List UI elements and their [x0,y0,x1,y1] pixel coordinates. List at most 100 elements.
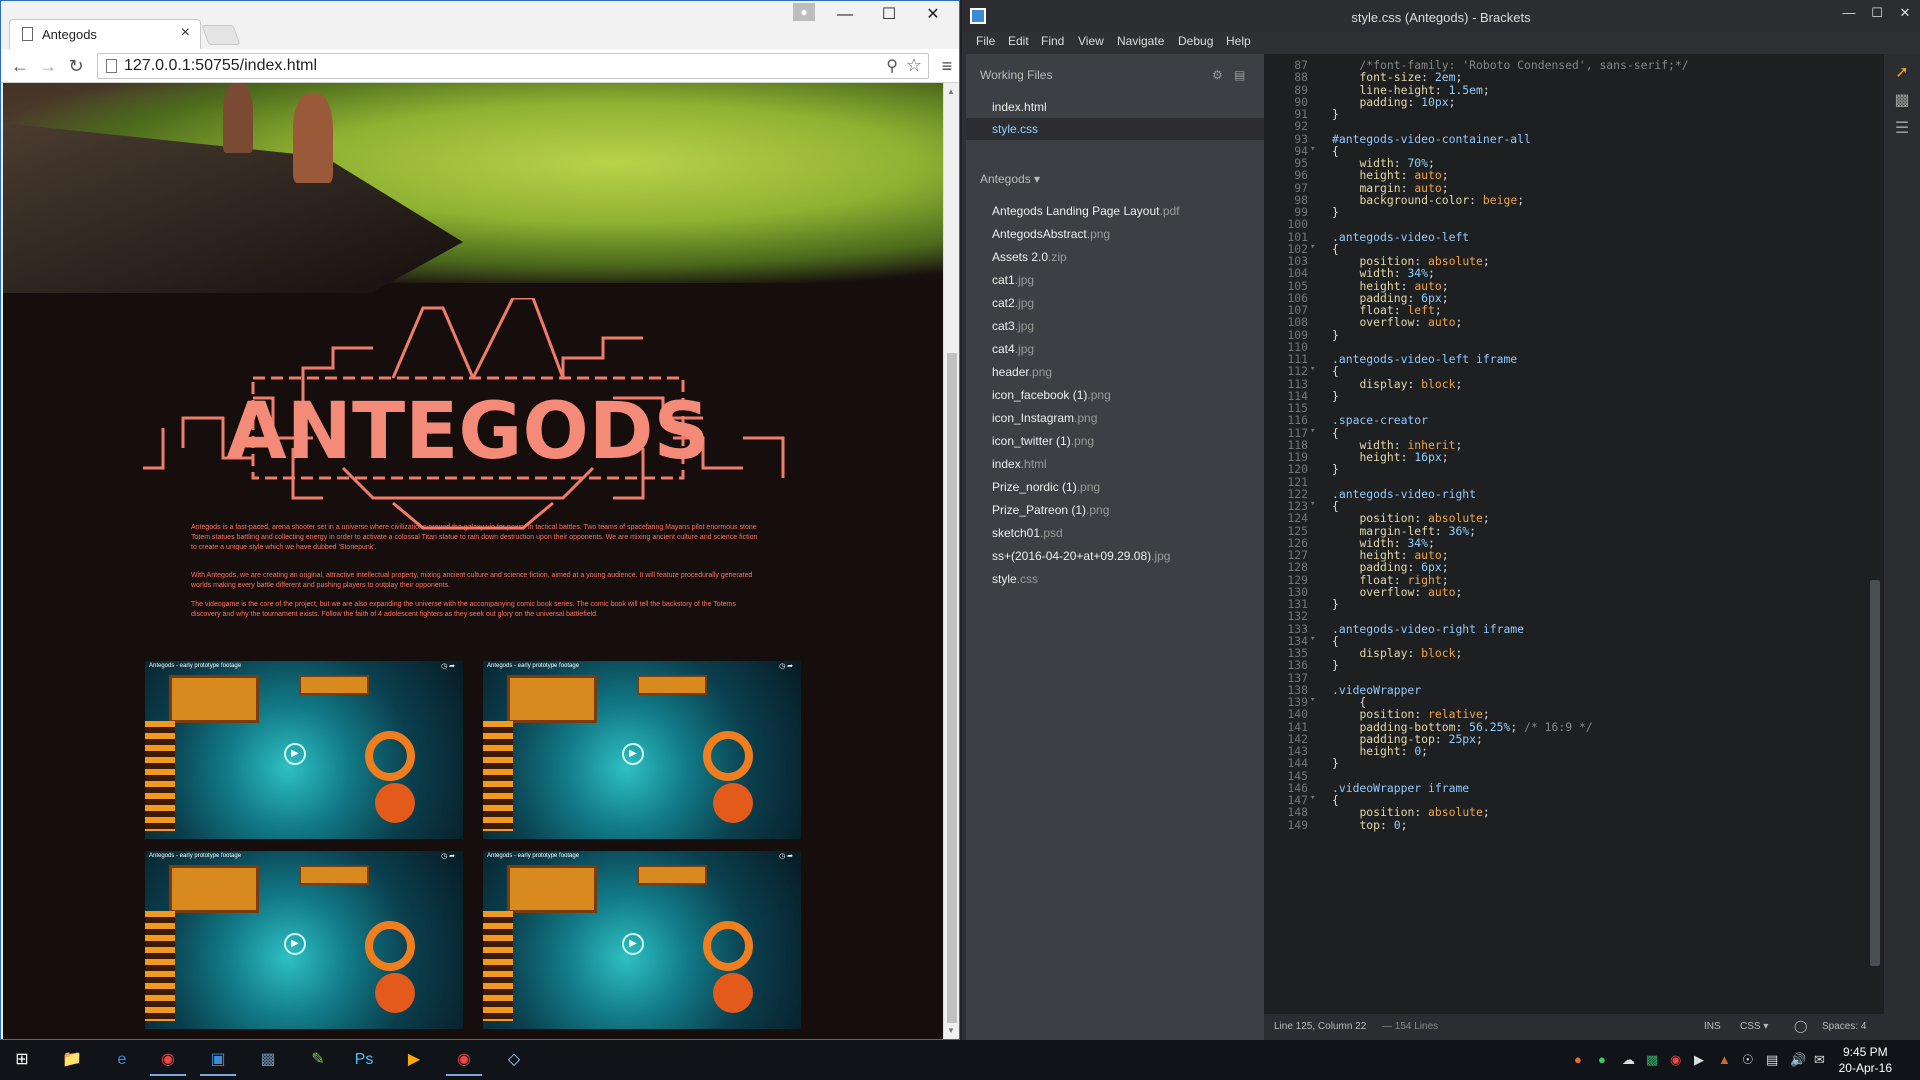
scroll-down-icon[interactable]: ▼ [947,1026,955,1035]
file-tree-item[interactable]: sketch01.psd [992,526,1063,540]
code-line[interactable]: padding: 10px; [1332,95,1455,109]
video-title[interactable]: Antegods - early prototype footage [487,853,579,859]
file-tree-item[interactable]: Assets 2.0.zip [992,250,1067,264]
code-line[interactable]: top: 0; [1332,818,1407,832]
code-line[interactable]: .antegods-video-left iframe [1332,352,1517,366]
layers-icon[interactable]: ☰ [1892,118,1912,138]
search-icon[interactable]: ⚲ [886,56,898,76]
fold-arrow-icon[interactable]: ▾ [1310,793,1315,803]
fold-arrow-icon[interactable]: ▾ [1310,634,1315,644]
video-embed[interactable]: ▶ Antegods - early prototype footage ◷ ➦ [145,851,463,1029]
code-editor[interactable]: 87 88 89 90 91 92 93 94 ▾ 95 96 97 98 99 100 101 102 ▾ 103… [1264,54,1884,1014]
split-view-icon[interactable]: ▤ [1234,68,1245,82]
video-embed[interactable]: ▶ Antegods - early prototype footage ◷ ➦ [483,661,801,839]
page-info-icon[interactable] [106,59,117,73]
file-tree-item[interactable]: Prize_Patreon (1).png [992,503,1109,517]
close-button[interactable]: ✕ [1890,5,1920,21]
insert-mode-toggle[interactable]: INS [1704,1021,1721,1032]
close-button[interactable]: ✕ [911,1,955,31]
fold-arrow-icon[interactable]: ▾ [1310,364,1315,374]
working-file-item[interactable]: index.html [966,96,1264,118]
tray-app-icon[interactable]: ▲ [1718,1052,1731,1067]
fold-arrow-icon[interactable]: ▾ [1310,144,1315,154]
code-line[interactable]: .space-creator [1332,413,1428,427]
file-tree-item[interactable]: cat3.jpg [992,319,1034,333]
play-icon[interactable]: ▶ [622,743,644,765]
menu-file[interactable]: File [976,34,995,48]
file-tree-item[interactable]: Antegods Landing Page Layout.pdf [992,204,1180,218]
tab-close-icon[interactable]: × [181,24,190,42]
fold-arrow-icon[interactable]: ▾ [1310,695,1315,705]
app-icon[interactable]: ◇ [496,1044,532,1076]
minimize-button[interactable]: — [1834,5,1864,20]
tray-app-icon[interactable]: ● [1574,1052,1582,1067]
profile-avatar-icon[interactable]: ● [793,3,815,21]
steam-icon[interactable]: ☉ [1742,1052,1754,1068]
file-tree-item[interactable]: AntegodsAbstract.png [992,227,1110,241]
language-mode-select[interactable]: CSS ▾ [1740,1021,1768,1032]
chrome-icon[interactable]: ◉ [150,1044,186,1076]
new-tab-button[interactable] [201,25,241,45]
file-explorer-icon[interactable]: 📁 [54,1044,90,1076]
notepad-icon[interactable]: ✎ [300,1044,336,1076]
share-icon[interactable]: ◷ ➦ [779,662,793,670]
share-icon[interactable]: ◷ ➦ [441,852,455,860]
file-tree-item[interactable]: cat1.jpg [992,273,1034,287]
code-line[interactable]: height: 0; [1332,744,1428,758]
edge-icon[interactable]: e [104,1044,140,1076]
file-tree-item[interactable]: icon_Instagram.png [992,411,1097,425]
file-tree-item[interactable]: Prize_nordic (1).png [992,480,1100,494]
fold-arrow-icon[interactable]: ▾ [1310,499,1315,509]
photoshop-icon[interactable]: Ps [346,1044,382,1076]
share-icon[interactable]: ◷ ➦ [779,852,793,860]
code-line[interactable]: } [1332,462,1339,476]
menu-debug[interactable]: Debug [1178,34,1213,48]
notification-icon[interactable]: ✉ [1814,1052,1825,1068]
code-line[interactable]: #antegods-video-container-all [1332,132,1531,146]
code-line[interactable]: } [1332,328,1339,342]
chrome-icon[interactable]: ◉ [446,1044,482,1076]
brackets-icon[interactable]: ▣ [200,1044,236,1076]
code-line[interactable]: .antegods-video-right iframe [1332,622,1524,636]
cloud-icon[interactable]: ☁ [1622,1052,1635,1068]
browser-tab[interactable]: Antegods × [9,19,201,49]
editor-scrollbar-thumb[interactable] [1870,580,1880,966]
scroll-up-icon[interactable]: ▲ [947,87,955,96]
menu-help[interactable]: Help [1226,34,1251,48]
file-tree-item[interactable]: cat4.jpg [992,342,1034,356]
start-icon[interactable]: ⊞ [4,1044,40,1076]
menu-view[interactable]: View [1078,34,1104,48]
file-tree-item[interactable]: cat2.jpg [992,296,1034,310]
code-line[interactable]: } [1332,389,1339,403]
fold-arrow-icon[interactable]: ▾ [1310,242,1315,252]
tray-app-icon[interactable]: ▩ [1646,1052,1658,1068]
file-tree-item[interactable]: ss+(2016-04-20+at+09.29.08).jpg [992,549,1170,563]
extension-manager-icon[interactable]: ▩ [1892,90,1912,110]
address-bar[interactable]: 127.0.0.1:50755/index.html ⚲ ☆ [97,53,929,79]
maximize-button[interactable]: ☐ [1862,5,1892,21]
tray-app-icon[interactable]: ▶ [1694,1052,1704,1068]
file-tree-item[interactable]: icon_facebook (1).png [992,388,1111,402]
code-line[interactable]: } [1332,597,1339,611]
tray-app-icon[interactable]: ● [1598,1052,1606,1067]
play-icon[interactable]: ▶ [622,933,644,955]
file-tree-item[interactable]: header.png [992,365,1052,379]
volume-icon[interactable]: 🔊 [1790,1052,1806,1068]
code-line[interactable]: height: 16px; [1332,450,1448,464]
video-title[interactable]: Antegods - early prototype footage [149,663,241,669]
code-line[interactable]: } [1332,658,1339,672]
code-line[interactable]: display: block; [1332,646,1462,660]
code-line[interactable]: overflow: auto; [1332,315,1462,329]
code-area[interactable]: /*font-family: 'Roboto Condensed', sans-… [1332,54,1872,1014]
code-line[interactable]: .antegods-video-right [1332,487,1476,501]
code-line[interactable]: overflow: auto; [1332,585,1462,599]
fold-arrow-icon[interactable]: ▾ [1310,426,1315,436]
gear-icon[interactable]: ⚙ [1212,68,1223,82]
file-tree-item[interactable]: style.css [992,572,1038,586]
file-tree-item[interactable]: index.html [992,457,1047,471]
menu-navigate[interactable]: Navigate [1117,34,1164,48]
menu-edit[interactable]: Edit [1008,34,1029,48]
code-line[interactable]: } [1332,205,1339,219]
scrollbar-thumb[interactable] [947,353,957,1023]
minimize-button[interactable]: — [823,1,867,31]
